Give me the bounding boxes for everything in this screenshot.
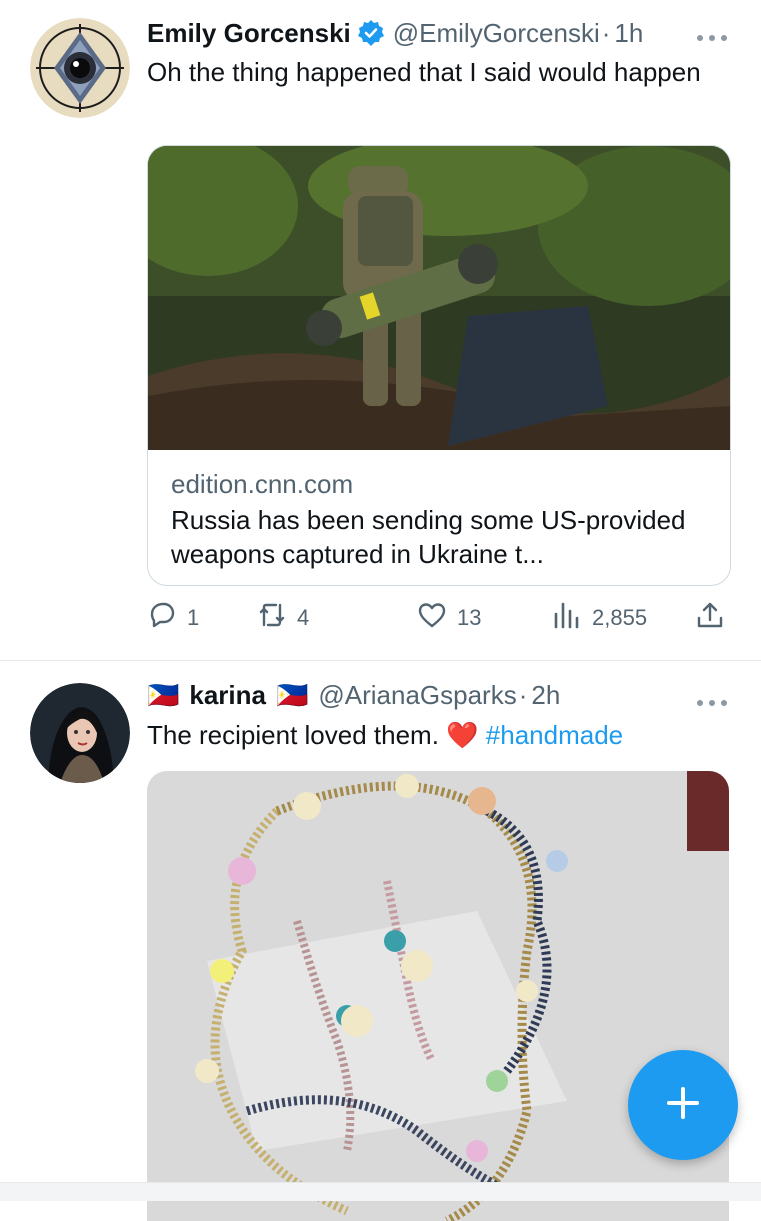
tweet-actions: 1 4 13 2,855 [147, 598, 729, 638]
more-icon[interactable] [695, 695, 729, 706]
share-button[interactable] [695, 598, 735, 638]
views-button[interactable]: 2,855 [552, 598, 647, 638]
views-icon [552, 600, 592, 636]
link-card[interactable]: edition.cnn.com Russia has been sending … [147, 145, 731, 586]
timestamp[interactable]: 1h [614, 17, 643, 49]
like-icon [417, 600, 457, 636]
card-image-soldier [148, 146, 730, 450]
compose-plus-icon [663, 1083, 703, 1128]
handle[interactable]: @ArianaGsparks [318, 679, 516, 711]
handle[interactable]: @EmilyGorcenski [393, 17, 600, 49]
compose-button[interactable] [628, 1050, 738, 1160]
tweet-emily[interactable]: Emily Gorcenski @EmilyGorcenski · 1h Oh … [0, 0, 761, 660]
card-domain: edition.cnn.com [171, 469, 354, 499]
hashtag-link[interactable]: #handmade [486, 720, 623, 750]
like-count: 13 [457, 605, 482, 630]
timestamp[interactable]: 2h [531, 679, 560, 711]
retweet-icon [257, 600, 297, 636]
retweet-button[interactable]: 4 [257, 598, 309, 638]
display-name[interactable]: Emily Gorcenski [147, 17, 351, 49]
tweet-header: Emily Gorcenski @EmilyGorcenski · 1h [147, 17, 643, 49]
reply-count: 1 [187, 605, 200, 630]
flag-philippines-icon: 🇵🇭 [275, 680, 309, 710]
verified-badge-icon [357, 19, 385, 47]
views-count: 2,855 [592, 605, 648, 630]
flag-philippines-icon: 🇵🇭 [147, 680, 180, 710]
heart-emoji: ❤️ [446, 720, 479, 750]
retweet-count: 4 [297, 605, 310, 630]
tweet-text: The recipient loved them. [147, 720, 439, 750]
more-icon[interactable] [695, 30, 729, 41]
separator-dot: · [601, 18, 611, 48]
avatar-karina[interactable] [30, 683, 130, 783]
tweet-text: Oh the thing happened that I said would … [147, 57, 701, 87]
media-image-jewelry[interactable] [147, 771, 729, 1221]
like-button[interactable]: 13 [417, 598, 481, 638]
avatar-emily[interactable] [30, 18, 130, 118]
tweet-header: 🇵🇭 karina 🇵🇭 @ArianaGsparks · 2h [147, 679, 560, 711]
separator-dot: · [518, 680, 528, 710]
tweet-text-container: The recipient loved them. ❤️ #handmade [147, 719, 727, 752]
card-title: Russia has been sending some US-provided… [171, 505, 686, 569]
reply-button[interactable]: 1 [147, 598, 199, 638]
display-name[interactable]: karina [189, 679, 266, 711]
reply-icon [147, 600, 187, 636]
bottom-nav-edge [0, 1182, 761, 1201]
share-icon [695, 600, 735, 636]
